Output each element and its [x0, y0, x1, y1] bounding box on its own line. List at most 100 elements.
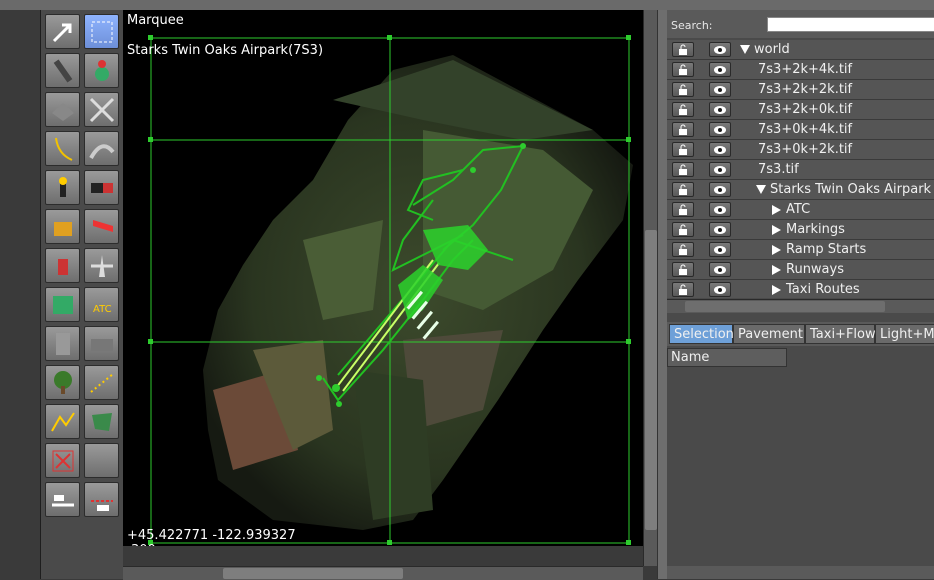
select-arrow-icon — [52, 23, 71, 42]
search-bar: Search: — [667, 10, 934, 38]
visibility-eye-icon[interactable] — [709, 162, 731, 177]
tree-row[interactable]: world — [667, 40, 934, 60]
lock-icon[interactable] — [672, 282, 694, 297]
forest-area-tool-button[interactable] — [84, 326, 119, 361]
map-canvas[interactable] — [123, 10, 643, 546]
taxi-lines-tool-button[interactable] — [84, 92, 119, 127]
ramp-start-tool-button[interactable] — [84, 248, 119, 283]
flow-tool-button[interactable] — [84, 482, 119, 517]
taxi-line-tool-button[interactable] — [45, 131, 80, 166]
lock-icon[interactable] — [672, 242, 694, 257]
atc-tool-button[interactable]: ATC — [84, 287, 119, 322]
objects-tool-button[interactable] — [45, 209, 80, 244]
map-horizontal-scrollbar[interactable] — [123, 566, 643, 580]
scroll-thumb[interactable] — [645, 230, 657, 530]
tree-row[interactable]: ATC — [667, 200, 934, 220]
tree-horizontal-scrollbar[interactable] — [667, 299, 934, 313]
visibility-eye-icon[interactable] — [709, 62, 731, 77]
tree-item-label: Runways — [786, 262, 844, 277]
lock-icon[interactable] — [672, 42, 694, 57]
polygon-tool-button[interactable] — [84, 404, 119, 439]
tab-selection[interactable]: Selection — [669, 324, 734, 344]
tree-row[interactable]: Starks Twin Oaks Airpark — [667, 180, 934, 200]
facade-tool-button[interactable] — [45, 287, 80, 322]
tab-taxi-flow[interactable]: Taxi+Flow — [805, 324, 876, 344]
name-column-header[interactable]: Name — [667, 348, 787, 367]
tree-row[interactable]: Runways — [667, 260, 934, 280]
visibility-eye-icon[interactable] — [709, 262, 731, 277]
exclusion-tool-button[interactable] — [45, 443, 80, 478]
tree-row[interactable]: Ramp Starts — [667, 240, 934, 260]
scroll-thumb[interactable] — [685, 301, 885, 312]
helipad-tool-button[interactable] — [84, 53, 119, 88]
marquee-tool-button[interactable] — [84, 14, 119, 49]
taxiway-pavement-tool-button[interactable] — [45, 92, 80, 127]
tab-light-ma[interactable]: Light+Ma — [875, 324, 934, 344]
lock-icon[interactable] — [672, 222, 694, 237]
blank-tool-tool-button[interactable] — [84, 443, 119, 478]
tree-row[interactable]: 7s3.tif — [667, 160, 934, 180]
lock-icon[interactable] — [672, 122, 694, 137]
visibility-eye-icon[interactable] — [709, 282, 731, 297]
visibility-eye-icon[interactable] — [709, 102, 731, 117]
beacon-tool-button[interactable] — [45, 248, 80, 283]
map-view[interactable]: Marquee Starks Twin Oaks Airpark(7S3) +4… — [123, 10, 643, 546]
lock-icon[interactable] — [672, 82, 694, 97]
scroll-thumb[interactable] — [223, 568, 403, 579]
tree-row[interactable]: 7s3+2k+4k.tif — [667, 60, 934, 80]
taxi-lines-icon — [89, 97, 114, 122]
runway-tool-button[interactable] — [45, 53, 80, 88]
tree-row[interactable]: Markings — [667, 220, 934, 240]
visibility-eye-icon[interactable] — [709, 202, 731, 217]
lock-icon[interactable] — [672, 202, 694, 217]
string-tool-button[interactable] — [84, 365, 119, 400]
visibility-eye-icon[interactable] — [709, 42, 731, 57]
light-fixture-tool-button[interactable] — [45, 170, 80, 205]
expand-arrow-right-icon[interactable] — [772, 225, 781, 235]
visibility-eye-icon[interactable] — [709, 122, 731, 137]
panel-bottom-scrollbar[interactable] — [667, 566, 934, 579]
tree-row[interactable]: 7s3+0k+4k.tif — [667, 120, 934, 140]
expand-arrow-right-icon[interactable] — [772, 245, 781, 255]
tree-item-label: Starks Twin Oaks Airpark — [770, 182, 932, 197]
taxi-sign-tool-button[interactable] — [84, 170, 119, 205]
lock-icon[interactable] — [672, 162, 694, 177]
building-tool-button[interactable] — [45, 326, 80, 361]
tree-row[interactable]: Taxi Routes — [667, 280, 934, 298]
windsock-tool-button[interactable] — [84, 209, 119, 244]
tree-row[interactable]: 7s3+2k+2k.tif — [667, 80, 934, 100]
expand-arrow-right-icon[interactable] — [772, 285, 781, 295]
visibility-eye-icon[interactable] — [709, 82, 731, 97]
select-arrow-tool-button[interactable] — [45, 14, 80, 49]
visibility-eye-icon[interactable] — [709, 222, 731, 237]
visibility-eye-icon[interactable] — [709, 142, 731, 157]
expand-arrow-down-icon[interactable] — [756, 185, 766, 194]
map-vertical-scrollbar[interactable] — [643, 10, 658, 566]
visibility-eye-icon[interactable] — [709, 182, 731, 197]
svg-text:ATC: ATC — [93, 304, 112, 315]
lock-icon[interactable] — [672, 182, 694, 197]
lock-icon[interactable] — [672, 262, 694, 277]
tab-pavement[interactable]: Pavement — [733, 324, 805, 344]
tree-icon — [53, 370, 72, 394]
expand-arrow-right-icon[interactable] — [772, 205, 781, 215]
marquee-icon — [91, 21, 112, 42]
expand-arrow-right-icon[interactable] — [772, 265, 781, 275]
lock-icon[interactable] — [672, 62, 694, 77]
line-tool-button[interactable] — [45, 404, 80, 439]
visibility-eye-icon[interactable] — [709, 242, 731, 257]
scale-label: 300m — [131, 543, 168, 546]
tree-item-label: 7s3+2k+4k.tif — [758, 62, 853, 77]
lock-icon[interactable] — [672, 102, 694, 117]
boundary-tool-button[interactable] — [84, 131, 119, 166]
tree-row[interactable]: 7s3+0k+2k.tif — [667, 140, 934, 160]
route-tool-button[interactable] — [45, 482, 80, 517]
expand-arrow-down-icon[interactable] — [740, 45, 750, 54]
flow-icon — [90, 499, 113, 511]
atc-icon: ATC — [93, 304, 112, 315]
lock-icon[interactable] — [672, 142, 694, 157]
tree-tool-button[interactable] — [45, 365, 80, 400]
search-input[interactable] — [767, 17, 934, 32]
tree-item-label: 7s3+0k+4k.tif — [758, 122, 853, 137]
tree-row[interactable]: 7s3+2k+0k.tif — [667, 100, 934, 120]
